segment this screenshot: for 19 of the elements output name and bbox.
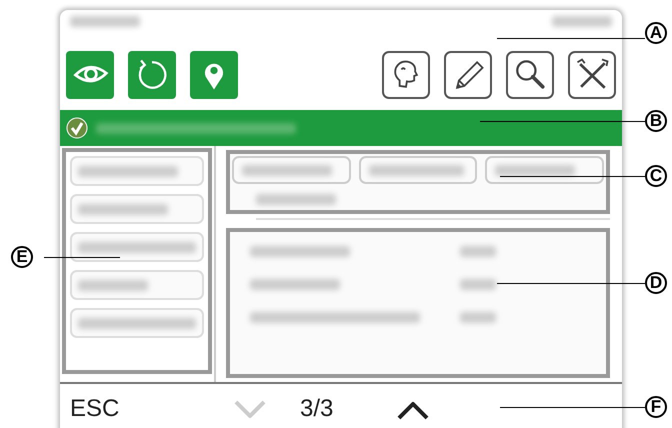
blurred-text	[78, 280, 148, 290]
callout-label: C	[645, 165, 667, 187]
callout-label: B	[645, 110, 667, 132]
toolbar-button[interactable]	[506, 51, 554, 99]
toolbar-button[interactable]	[444, 51, 492, 99]
escape-label[interactable]: ESC	[70, 395, 230, 423]
toolbar-button[interactable]	[382, 51, 430, 99]
blurred-text	[552, 16, 612, 27]
callout-label: D	[645, 272, 667, 294]
tab[interactable]	[485, 156, 604, 184]
page-counter: 3/3	[300, 395, 334, 423]
callout-label: F	[645, 396, 667, 418]
callout-label: A	[645, 22, 667, 44]
callout-label: E	[11, 246, 33, 268]
blurred-text	[460, 246, 496, 257]
blurred-text	[460, 312, 496, 323]
blurred-text	[460, 279, 496, 290]
toolbar-button[interactable]	[568, 51, 616, 99]
blurred-text	[70, 16, 140, 27]
